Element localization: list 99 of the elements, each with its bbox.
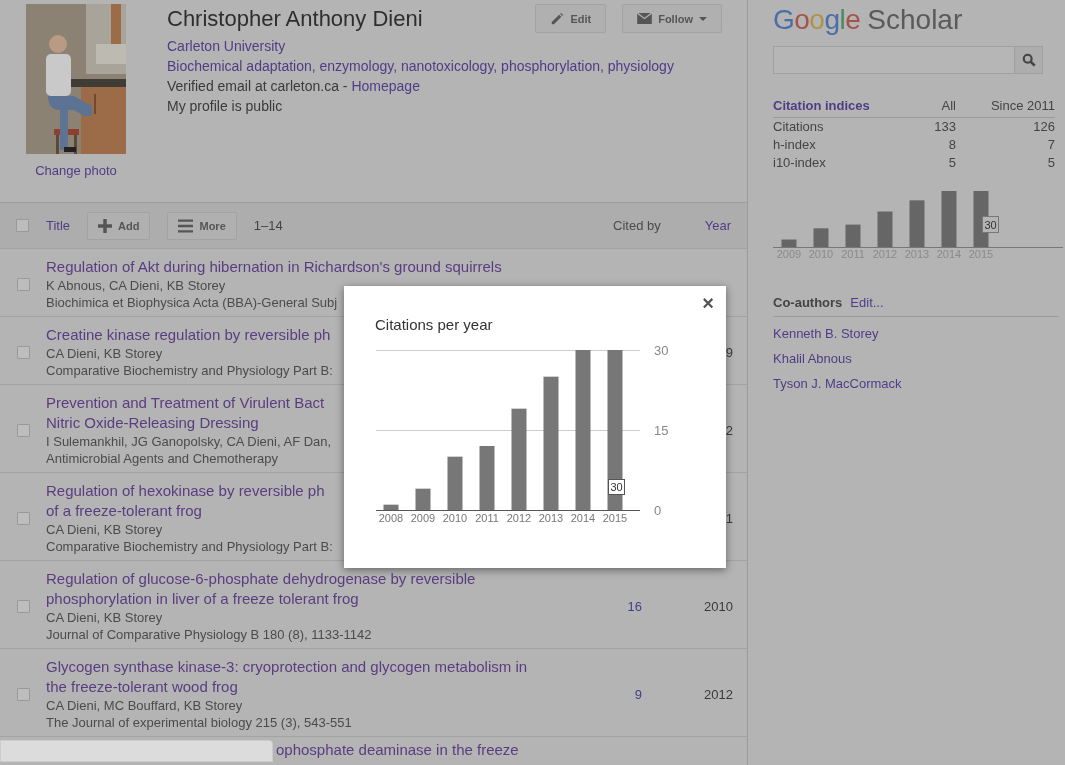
article-title-link[interactable]: Glycogen synthase kinase-3: cryoprotection and glycogen metabolism in the freeze-tolerant wood frog [46,657,528,697]
close-button[interactable]: × [702,293,714,313]
article-authors: CA Dieni, KB Storey [46,609,163,626]
chart-title: Citations per year [375,316,494,333]
axis-tick-label: 15 [654,423,669,438]
plus-icon [98,218,113,233]
article-title-link[interactable]: Regulation of Akt during hibernation in Richardson's ground squirrels [46,257,502,277]
email-text: Verified email at carleton.ca - [167,78,349,94]
article-title-link[interactable]: Regulation of hexokinase by reversible ph of a freeze-tolerant frog [46,481,325,521]
axis-tick-label: 2015 [602,512,628,524]
axis-tick-label: 2009 [410,512,436,524]
range-text: 1–14 [253,218,283,233]
title-sort-link[interactable]: Title [46,218,71,233]
cited-by-header: Cited by [613,218,661,233]
index-value: 8 [947,136,956,154]
select-all-checkbox[interactable] [16,219,29,232]
chart-bar [415,488,431,510]
mini-bar [909,200,925,247]
row-checkbox[interactable] [16,277,30,291]
coauthor-link[interactable]: Tyson J. MacCormack [773,376,1063,392]
index-value: 133 [922,117,956,136]
logo-google: Google [773,4,861,36]
article-title-link[interactable]: Creatine kinase regulation by reversible ph [46,325,331,345]
profile-name: Christopher Anthony Dieni [167,6,424,32]
year-sort-link[interactable]: Year [704,218,731,233]
homepage-link[interactable]: Homepage [351,78,420,94]
chart-bar [383,504,399,510]
column-header: All [922,98,956,118]
more-button[interactable]: More [167,211,237,240]
axis-tick-label: 2013 [538,512,564,524]
logo-product: Scholar [867,4,963,36]
article-authors: CA Dieni, MC Bouffard, KB Storey [46,697,243,714]
mini-bar [845,224,861,247]
axis-tick-label: 2010 [442,512,468,524]
change-photo-link[interactable]: Change photo [35,163,117,178]
coauthors-heading: Co-authors [773,295,843,310]
coauthor-link[interactable]: Khalil Abnous [773,351,1063,367]
chart-bar [479,446,495,510]
row-checkbox[interactable] [16,423,30,437]
add-button[interactable]: Add [87,211,151,240]
year-text: 1 [725,510,733,526]
article-authors: K Abnous, CA Dieni, KB Storey [46,277,226,294]
axis-tick-label: 2011 [475,512,499,524]
value-tooltip: 30 [982,216,999,233]
year-text: 2010 [704,598,733,614]
index-label: i10-index [773,154,827,172]
article-authors: CA Dieni, KB Storey [46,521,163,538]
axis-tick-label: 0 [654,503,662,518]
article-source: Biochimica et Biophysica Acta (BBA)-General Subj [46,294,338,311]
axis-tick-label: 30 [654,343,669,358]
index-label: h-index [773,136,817,154]
action-button[interactable]: Edit [535,4,607,33]
axis-tick-label: 2008 [378,512,404,524]
pencil-icon [550,11,565,26]
index-value: 126 [956,117,1055,136]
mini-bar [781,239,797,247]
mini-bar [813,228,829,247]
article-title-link[interactable]: Regulation of glucose-6-phosphate dehydrogenase by reversible phosphorylation in liver of a freeze tolerant frog [46,569,476,609]
article-authors: I Sulemankhil, JG Ganopolsky, CA Dieni, AF Dan, [46,433,332,450]
year-text: 2012 [704,686,733,702]
row-checkbox[interactable] [16,345,30,359]
article-title-link[interactable]: Prevention and Treatment of Virulent Bact Nitric Oxide-Releasing Dressing [46,393,325,433]
value-tooltip: 30 [608,479,625,495]
mini-bar [941,191,957,247]
article-source: The Journal of experimental biology 215 (3), 543-551 [46,714,352,731]
edit-coauthors-link[interactable]: Edit... [850,295,884,310]
column-header: Since 2011 [956,98,1055,118]
article-title-link[interactable]: ophosphate deaminase in the freeze [276,737,519,760]
row-checkbox[interactable] [16,599,30,613]
article-source: Comparative Biochemistry and Physiology Part B: [46,362,333,379]
cited-by-link[interactable]: 9 [634,686,642,702]
index-value: 5 [956,154,1055,172]
action-button[interactable]: Follow [622,4,722,33]
chart-bar [447,456,463,510]
visibility-text: My profile is public [167,97,284,116]
year-text: 2 [725,422,733,438]
article-source: Journal of Comparative Physiology B 180 (8), 1133-1142 [46,626,372,643]
coauthor-link[interactable]: Kenneth B. Storey [773,326,1063,342]
axis-tick-label: 2014 [570,512,596,524]
search-button[interactable] [1015,46,1043,74]
menu-icon [178,218,194,233]
caret-icon [699,16,707,21]
axis-tick-label: 2012 [506,512,532,524]
article-source: Antimicrobial Agents and Chemotherapy [46,450,278,467]
article-authors: CA Dieni, KB Storey [46,345,163,362]
index-label: Citations [773,117,923,136]
interests-link[interactable]: Biochemical adaptation, enzymology, nanotoxicology, phosphorylation, physiology [167,56,747,76]
row-checkbox[interactable] [16,687,30,701]
index-value: 5 [947,154,956,172]
citation-indices-heading: Citation indices [773,98,923,118]
index-value: 7 [956,136,1055,154]
year-text: 9 [725,344,733,360]
envelope-icon [637,13,653,24]
search-icon [1021,53,1036,67]
affiliation-link[interactable]: Carleton University [167,36,747,56]
row-checkbox[interactable] [16,511,30,525]
article-source: Comparative Biochemistry and Physiology Part B: [46,538,333,555]
cited-by-link[interactable]: 16 [627,598,642,614]
mini-bar [877,211,893,247]
